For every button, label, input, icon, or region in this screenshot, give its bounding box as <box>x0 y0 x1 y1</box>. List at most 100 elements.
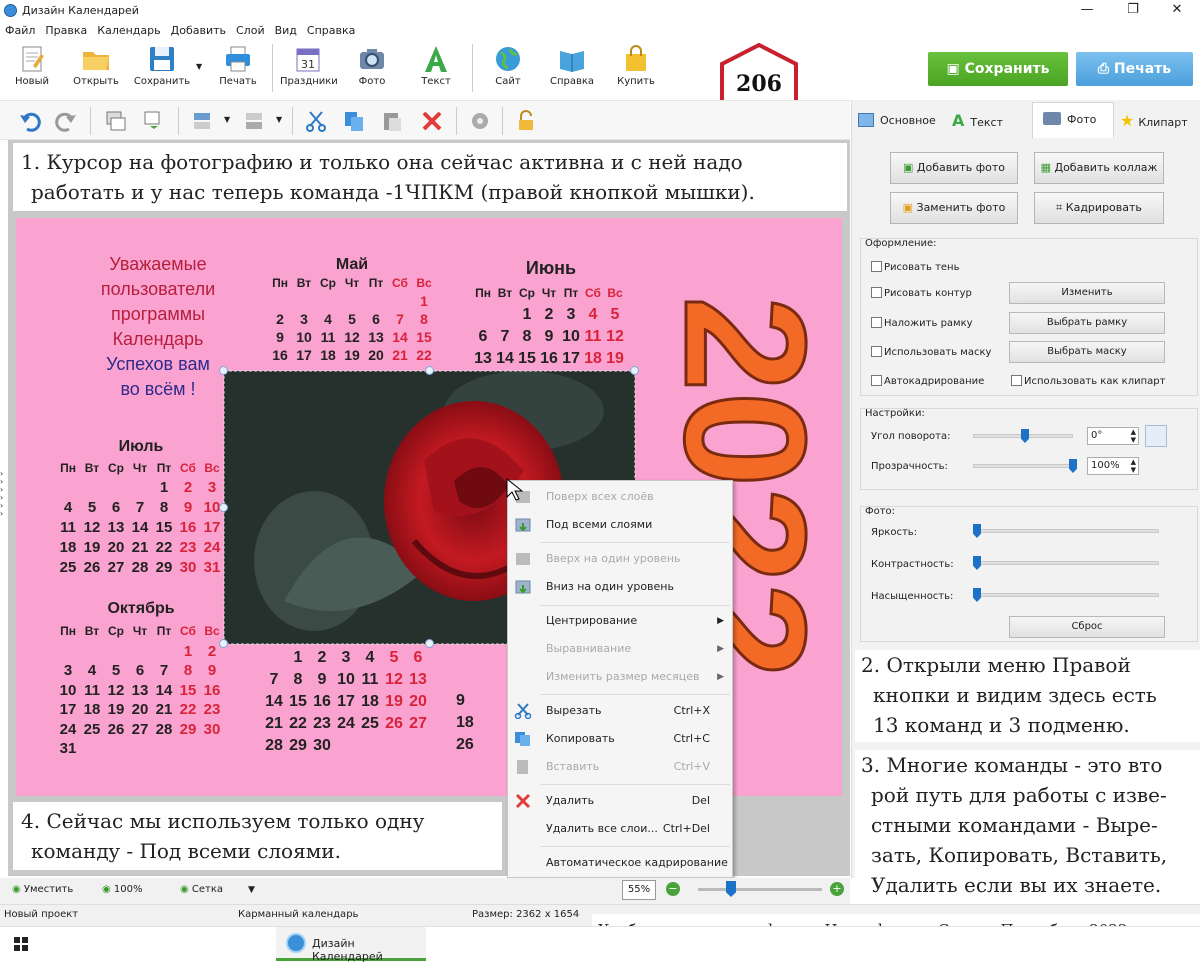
lock-icon[interactable] <box>514 109 538 133</box>
align-icon[interactable] <box>190 109 214 133</box>
menu-file[interactable]: Файл <box>0 22 40 39</box>
print-toolbar-button[interactable]: Печать <box>210 44 266 87</box>
menu-add[interactable]: Добавить <box>166 22 231 39</box>
buy-button[interactable]: Купить <box>608 44 664 87</box>
photo-toolbar-button[interactable]: Фото <box>344 44 400 87</box>
rotate-tool-icon[interactable] <box>1145 425 1167 447</box>
change-outline-button[interactable]: Изменить <box>1009 282 1165 304</box>
replace-photo-button[interactable]: ▣ Заменить фото <box>890 192 1018 224</box>
zoom-in-icon[interactable]: + <box>830 882 844 896</box>
transparency-input[interactable]: 100% ▲ ▼ <box>1087 457 1139 475</box>
zoom-100-button[interactable]: ◉ 100% <box>102 884 143 895</box>
autocrop-checkbox[interactable]: Автокадрирование <box>871 375 984 388</box>
resize-handle[interactable] <box>425 366 434 375</box>
distribute-icon[interactable] <box>242 109 266 133</box>
rotation-input[interactable]: 0° ▲ ▼ <box>1087 427 1139 445</box>
resize-handle[interactable] <box>425 639 434 648</box>
transparency-slider[interactable] <box>973 464 1077 468</box>
panel-collapse-handle[interactable]: › › › › › › <box>0 470 8 530</box>
add-photo-button[interactable]: ▣ Добавить фото <box>890 152 1018 184</box>
choose-frame-button[interactable]: Выбрать рамку <box>1009 312 1165 334</box>
new-button[interactable]: Новый <box>4 44 60 87</box>
minimize-button[interactable]: — <box>1064 0 1110 22</box>
save-dropdown-icon[interactable]: ▼ <box>196 62 202 71</box>
resize-handle[interactable] <box>219 366 228 375</box>
tab-main[interactable]: Основное <box>858 106 942 136</box>
crop-button[interactable]: ⌗ Кадрировать <box>1034 192 1164 224</box>
help-button[interactable]: Справка <box>544 44 600 87</box>
print-button[interactable]: ⎙ Печать <box>1076 52 1193 86</box>
add-collage-button[interactable]: ▦ Добавить коллаж <box>1034 152 1164 184</box>
tab-photo[interactable]: Фото <box>1032 102 1114 138</box>
windows-start-icon[interactable] <box>14 937 28 951</box>
menu-item-paste[interactable]: Вставить Ctrl+V <box>508 753 732 781</box>
as-clipart-checkbox[interactable]: Использовать как клипарт <box>1011 375 1165 388</box>
redo-icon[interactable] <box>54 109 78 133</box>
save-toolbar-button[interactable]: Сохранить <box>132 44 192 87</box>
properties-icon[interactable] <box>468 109 492 133</box>
menu-item-level-down[interactable]: Вниз на один уровень <box>508 573 732 601</box>
spin-arrows-icon[interactable]: ▲ ▼ <box>1131 428 1136 444</box>
zoom-input[interactable]: 55% <box>622 880 656 900</box>
zoom-slider[interactable] <box>698 888 822 891</box>
tab-clipart[interactable]: ★ Клипарт <box>1120 106 1200 136</box>
holidays-button[interactable]: 31 Праздники <box>280 44 338 87</box>
site-button[interactable]: Сайт <box>480 44 536 87</box>
contrast-slider-thumb[interactable] <box>973 556 981 570</box>
align-dropdown-icon[interactable]: ▼ <box>224 115 230 124</box>
menu-item-alignment[interactable]: Выравнивание ▶ <box>508 635 732 663</box>
menu-item-copy[interactable]: Копировать Ctrl+C <box>508 725 732 753</box>
zoom-slider-thumb[interactable] <box>726 881 736 897</box>
text-toolbar-button[interactable]: Текст <box>408 44 464 87</box>
open-button[interactable]: Открыть <box>68 44 124 87</box>
menu-item-centering[interactable]: Центрирование ▶ <box>508 607 732 635</box>
menu-item-cut[interactable]: Вырезать Ctrl+X <box>508 697 732 725</box>
bring-front-icon[interactable] <box>104 109 128 133</box>
menu-help[interactable]: Справка <box>302 22 360 39</box>
paste-toolbar-icon[interactable] <box>380 109 404 133</box>
shadow-checkbox[interactable]: Рисовать тень <box>871 261 959 274</box>
menu-item-level-up[interactable]: Вверх на один уровень <box>508 545 732 573</box>
tab-text[interactable]: A Текст <box>952 106 1024 136</box>
close-button[interactable]: ✕ <box>1154 0 1200 22</box>
transparency-slider-thumb[interactable] <box>1069 459 1077 473</box>
menu-item-delete-all-layers[interactable]: Удалить все слои... Ctrl+Del <box>508 815 732 843</box>
grid-button[interactable]: ◉ Сетка <box>180 884 223 895</box>
resize-handle[interactable] <box>219 639 228 648</box>
outline-checkbox[interactable]: Рисовать контур <box>871 287 972 300</box>
menu-item-send-to-back[interactable]: Под всеми слоями <box>508 511 732 539</box>
reset-button[interactable]: Сброс <box>1009 616 1165 638</box>
zoom-out-icon[interactable]: − <box>666 882 680 896</box>
menu-item-bring-to-front[interactable]: Поверх всех слоёв <box>508 483 732 511</box>
contrast-slider[interactable] <box>973 561 1159 565</box>
menu-layer[interactable]: Слой <box>231 22 270 39</box>
frame-checkbox[interactable]: Наложить рамку <box>871 317 973 330</box>
delete-toolbar-icon[interactable] <box>420 109 444 133</box>
copy-toolbar-icon[interactable] <box>342 109 366 133</box>
menu-item-auto-crop[interactable]: Автоматическое кадрирование <box>508 849 732 877</box>
distribute-dropdown-icon[interactable]: ▼ <box>276 115 282 124</box>
menu-item-resize-months[interactable]: Изменить размер месяцев ▶ <box>508 663 732 691</box>
menu-calendar[interactable]: Календарь <box>92 22 165 39</box>
menu-view[interactable]: Вид <box>270 22 302 39</box>
undo-icon[interactable] <box>18 109 42 133</box>
mask-checkbox[interactable]: Использовать маску <box>871 346 991 359</box>
send-back-icon[interactable] <box>142 109 166 133</box>
fit-button[interactable]: ◉ Уместить <box>12 884 73 895</box>
grid-dropdown-icon[interactable]: ▼ <box>248 885 255 895</box>
brightness-slider-thumb[interactable] <box>973 524 981 538</box>
save-button[interactable]: ▣ Сохранить <box>928 52 1068 86</box>
menu-item-delete[interactable]: Удалить Del <box>508 787 732 815</box>
menu-edit[interactable]: Правка <box>40 22 92 39</box>
saturation-slider[interactable] <box>973 593 1159 597</box>
choose-mask-button[interactable]: Выбрать маску <box>1009 341 1165 363</box>
saturation-slider-thumb[interactable] <box>973 588 981 602</box>
cut-icon[interactable] <box>304 109 328 133</box>
rotation-slider-thumb[interactable] <box>1021 429 1029 443</box>
taskbar-app-button[interactable]: Дизайн Календарей <box>276 927 426 963</box>
brightness-slider[interactable] <box>973 529 1159 533</box>
maximize-button[interactable]: ❐ <box>1110 0 1156 22</box>
spin-arrows-icon[interactable]: ▲ ▼ <box>1131 458 1136 474</box>
resize-handle[interactable] <box>219 503 228 512</box>
resize-handle[interactable] <box>630 366 639 375</box>
